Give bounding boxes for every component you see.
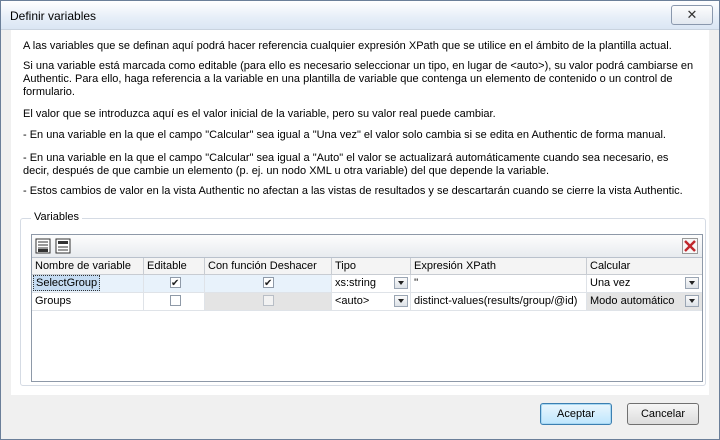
table-row[interactable]: Groups <auto> distinct-values(results/gr… bbox=[32, 293, 702, 311]
intro-text-1: A las variables que se definan aquí podr… bbox=[23, 40, 672, 52]
chevron-down-icon[interactable] bbox=[685, 295, 699, 307]
grid-header: Nombre de variable Editable Con función … bbox=[32, 258, 702, 275]
col-header-type[interactable]: Tipo bbox=[332, 258, 411, 274]
editable-cell bbox=[144, 275, 205, 292]
cancel-button[interactable]: Cancelar bbox=[627, 403, 699, 425]
close-icon: ✕ bbox=[686, 7, 698, 22]
xpath-value[interactable]: '' bbox=[411, 275, 587, 292]
variables-grid: Nombre de variable Editable Con función … bbox=[31, 234, 703, 382]
type-value[interactable]: <auto> bbox=[335, 295, 369, 307]
title-bar: Definir variables ✕ bbox=[1, 1, 719, 30]
close-button[interactable]: ✕ bbox=[671, 5, 713, 25]
intro-text-2: Si una variable está marcada como editab… bbox=[23, 60, 694, 98]
calc-value[interactable]: Una vez bbox=[590, 277, 630, 289]
undo-checkbox bbox=[263, 295, 274, 306]
editable-checkbox[interactable] bbox=[170, 275, 181, 292]
undo-cell bbox=[205, 275, 332, 292]
variable-name[interactable]: Groups bbox=[32, 293, 144, 310]
editable-cell bbox=[144, 293, 205, 310]
name-cell: SelectGroup bbox=[32, 275, 144, 292]
calc-value[interactable]: Modo automático bbox=[590, 295, 674, 307]
type-cell: xs:string bbox=[332, 275, 411, 292]
insert-row-icon[interactable] bbox=[55, 238, 71, 254]
table-row[interactable]: SelectGroup xs:string '' Una vez bbox=[32, 275, 702, 293]
type-cell: <auto> bbox=[332, 293, 411, 310]
undo-checkbox[interactable] bbox=[263, 275, 274, 292]
define-variables-dialog: Definir variables ✕ A las variables que … bbox=[0, 0, 720, 440]
col-header-name[interactable]: Nombre de variable bbox=[32, 258, 144, 274]
xpath-value[interactable]: distinct-values(results/group/@id) bbox=[411, 293, 587, 310]
variable-name[interactable]: SelectGroup bbox=[33, 275, 101, 291]
dialog-title: Definir variables bbox=[10, 9, 97, 23]
type-value[interactable]: xs:string bbox=[335, 277, 376, 289]
editable-checkbox[interactable] bbox=[170, 295, 181, 306]
chevron-down-icon[interactable] bbox=[394, 277, 408, 289]
variables-group-label: Variables bbox=[31, 211, 83, 223]
intro-text-4: - En una variable en la que el campo "Ca… bbox=[23, 129, 666, 141]
col-header-xpath[interactable]: Expresión XPath bbox=[411, 258, 587, 274]
delete-row-icon[interactable] bbox=[682, 238, 698, 254]
intro-text-3: El valor que se introduzca aquí es el va… bbox=[23, 108, 496, 120]
accept-button[interactable]: Aceptar bbox=[540, 403, 612, 425]
chevron-down-icon[interactable] bbox=[685, 277, 699, 289]
calc-cell: Modo automático bbox=[587, 293, 702, 310]
col-header-calc[interactable]: Calcular bbox=[587, 258, 702, 274]
chevron-down-icon[interactable] bbox=[394, 295, 408, 307]
calc-cell: Una vez bbox=[587, 275, 702, 292]
intro-text-5: - En una variable en la que el campo "Ca… bbox=[23, 152, 669, 177]
col-header-editable[interactable]: Editable bbox=[144, 258, 205, 274]
grid-toolbar bbox=[32, 235, 702, 258]
intro-text-6: - Estos cambios de valor en la vista Aut… bbox=[23, 185, 683, 197]
undo-cell bbox=[205, 293, 332, 310]
col-header-undo[interactable]: Con función Deshacer bbox=[205, 258, 332, 274]
append-row-icon[interactable] bbox=[35, 238, 51, 254]
